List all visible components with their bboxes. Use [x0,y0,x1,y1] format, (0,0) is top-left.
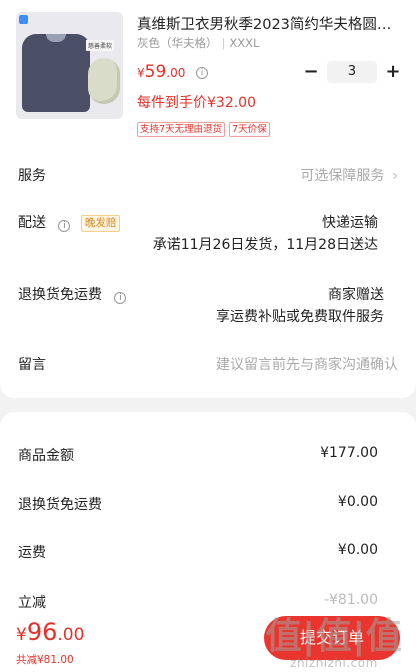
plus-button[interactable]: + [382,61,404,83]
total-currency: ¥ [16,625,27,645]
summary-value: -¥81.00 [323,592,378,608]
hand-price: 每件到手价¥32.00 [137,95,256,111]
badge-return: 支持7天无理由退货 [137,122,226,137]
bottom-bar: ¥96.00 共减¥81.00 提交订单 值|值|值 zhizhizhi.com [0,610,416,672]
tag-icon [19,15,28,24]
service-value-text: 可选保障服务 [300,168,385,184]
price-currency: ¥ [137,66,145,80]
free-return-sub: 享运费补贴或免费取件服务 [216,309,384,325]
message-input[interactable]: 建议留言前先与商家沟通确认 [216,354,398,374]
delivery-promise: 承诺11月26日发货，11月28日送达 [152,237,378,253]
delivery-row[interactable]: 配送 i 晚发赔 快递运输 承诺11月26日发货，11月28日送达 [18,212,398,253]
free-return-label: 退换货免运费 [18,287,102,303]
service-badges: 支持7天无理由退货 7天价保 [137,122,270,137]
summary-row: 运费 ¥0.00 [18,542,378,562]
quantity-input[interactable]: 3 [327,61,377,83]
summary-value: ¥177.00 [320,445,378,461]
product-thumbnail[interactable]: 慈善柔软 [16,12,123,119]
delivery-value: 快递运输 [322,215,378,231]
summary-label: 商品金额 [18,448,74,464]
summary-label: 退换货免运费 [18,497,102,513]
badge-price-protect: 7天价保 [229,122,270,137]
service-value: 可选保障服务 › [300,165,398,185]
watermark-logo: 值|值|值 [265,616,403,657]
minus-button[interactable]: − [300,61,322,83]
sku-size: XXXL [229,36,260,50]
total-decimal: .00 [57,625,85,645]
total-integer: 96 [26,618,58,646]
price-integer: 59 [144,62,167,82]
summary-row: 立减 -¥81.00 [18,592,378,612]
summary-label: 立减 [18,595,46,611]
watermark: 值|值|值 zhizhizhi.com [256,616,412,671]
product-sku[interactable]: 灰色（华夫格） | XXXL [137,35,259,51]
message-row[interactable]: 留言 建议留言前先与商家沟通确认 [18,354,398,374]
service-label: 服务 [18,168,46,184]
thumb-label: 慈善柔软 [86,40,115,51]
summary-row: 退换货免运费 ¥0.00 [18,494,378,514]
order-card: 慈善柔软 真维斯卫衣男秋季2023简约华夫格圆领打底衫 灰色（华夫格）|XXXL… [0,0,416,398]
unit-price: ¥59.00 [137,62,185,82]
info-icon[interactable]: i [196,67,208,79]
summary-value: ¥0.00 [337,542,378,558]
watermark-url: zhizhizhi.com [290,656,378,670]
sku-color: 灰色（华夫格） [137,36,218,50]
free-return-row[interactable]: 退换货免运费 i 商家赠送 享运费补贴或免费取件服务 [18,284,398,325]
free-return-value: 商家赠送 [328,287,384,303]
summary-label: 运费 [18,545,46,561]
quantity-stepper: − 3 + [300,61,404,83]
chevron-right-icon: › [392,168,398,184]
sku-divider: | [221,36,226,50]
free-return-info-icon[interactable]: i [114,292,127,304]
product-title[interactable]: 真维斯卫衣男秋季2023简约华夫格圆领打底衫 [137,13,399,34]
price-decimal: .00 [166,66,186,80]
saved-amount: 共减¥81.00 [16,654,74,666]
sweater-image [22,34,90,112]
late-compensation-badge: 晚发赔 [80,215,121,232]
summary-value: ¥0.00 [337,494,378,510]
delivery-label: 配送 [18,215,46,231]
service-row[interactable]: 服务 可选保障服务 › [18,165,398,185]
message-label: 留言 [18,357,46,373]
total-price: ¥96.00 [16,618,84,646]
fabric-image [88,58,120,104]
summary-row: 商品金额 ¥177.00 [18,445,378,465]
delivery-info-icon[interactable]: i [58,220,71,232]
